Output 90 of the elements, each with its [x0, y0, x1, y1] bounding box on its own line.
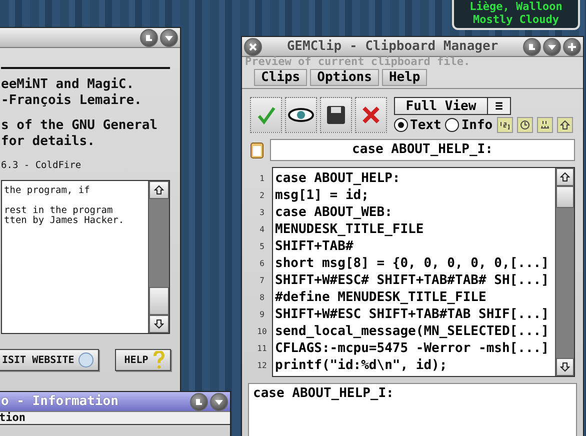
clip-item[interactable]: send_local_message(MN_SELECTED[...] [275, 323, 555, 340]
question-mark-icon [152, 351, 166, 369]
clip-item[interactable]: SHIFT+TAB# [275, 238, 555, 255]
line-number: 4 [258, 224, 266, 236]
line-number: 9 [258, 309, 266, 321]
radio-button[interactable] [445, 118, 460, 132]
line-number: 5 [258, 241, 266, 253]
ruler-icon [540, 120, 550, 130]
weather-text: Liège, Walloon [470, 0, 562, 13]
window-title: GEMClip - Clipboard Manager [286, 39, 498, 54]
line-number: 1 [258, 173, 266, 185]
clip-item[interactable]: short msg[8] = {0, 0, 0, 0, 0,[...] [275, 255, 555, 272]
line-number: 10 [256, 326, 268, 338]
iconify-button[interactable] [140, 28, 158, 46]
shade-button[interactable] [542, 38, 561, 56]
about-text: -François Lemaire. [1, 93, 143, 109]
clip-item[interactable]: CFLAGS:-mcpu=5475 -Werror -msh[...] [275, 340, 555, 357]
line-number: 11 [256, 343, 268, 355]
iconify-button[interactable] [190, 392, 208, 410]
up-arrow-icon [560, 172, 570, 182]
checkmark-icon [256, 105, 276, 125]
clip-item[interactable]: case ABOUT_WEB: [275, 204, 555, 221]
clip-item[interactable]: msg[1] = id; [275, 187, 555, 204]
menu-item[interactable]: Clips [254, 69, 308, 86]
current-clip-field[interactable]: case ABOUT_HELP_I: [270, 139, 575, 161]
corner-icon [526, 42, 537, 52]
cross-icon [361, 105, 381, 125]
up-arrow-icon [560, 120, 570, 130]
license-text: for details. [1, 134, 96, 150]
iconify-button[interactable] [522, 38, 541, 56]
line-number: 7 [258, 275, 266, 287]
scroll-down-button[interactable] [556, 358, 574, 376]
help-button[interactable]: HELP [115, 349, 172, 371]
about-text: eeMiNT and MagiC. [1, 77, 136, 93]
line-number: 6 [258, 258, 266, 270]
weather-text: Mostly Cloudy [472, 13, 560, 26]
radio-option[interactable]: Text [394, 118, 442, 132]
line-number: 3 [258, 207, 266, 219]
numbers-icon [500, 120, 510, 130]
version-text: 6.3 - ColdFire [1, 161, 82, 171]
line-number: 2 [258, 190, 266, 202]
menu-item[interactable]: Help [382, 69, 428, 86]
view-dropdown[interactable]: Full View [394, 97, 488, 115]
window-title: o - Information [1, 394, 118, 409]
scroll-thumb[interactable] [556, 186, 574, 208]
visit-website-button[interactable]: ISIT WEBSITE [0, 349, 100, 371]
radio-button[interactable] [394, 118, 408, 132]
clock-icon [520, 120, 530, 130]
dropdown-menu-button[interactable]: ≡ [488, 97, 511, 115]
scroll-up-button[interactable] [149, 181, 169, 199]
license-text: s of the GNU General [1, 118, 159, 134]
shade-button[interactable] [160, 28, 178, 46]
view-button[interactable] [285, 97, 317, 133]
save-button[interactable] [320, 97, 352, 133]
plus-icon [566, 42, 577, 52]
corner-icon [194, 396, 204, 406]
accept-button[interactable] [250, 97, 282, 133]
line-number: 8 [258, 292, 266, 304]
up-arrow-icon [154, 185, 164, 195]
status-text: Preview of current clipboard file. [244, 57, 472, 67]
up-button[interactable] [556, 117, 573, 133]
down-arrow-icon [560, 362, 570, 372]
close-button[interactable] [244, 38, 262, 56]
scroll-up-button[interactable] [556, 168, 574, 186]
delete-button[interactable] [355, 97, 387, 133]
down-arrow-icon [154, 319, 164, 329]
clip-item[interactable]: printf("id:%d\n", id); [275, 357, 555, 374]
clip-item[interactable]: SHIFT+W#ESC# SHIFT+TAB#TAB# SH[...] [275, 272, 555, 289]
cross-icon [248, 42, 258, 52]
clip-preview: case ABOUT_HELP_I: [248, 383, 577, 436]
clipboard-icon [250, 141, 264, 159]
scroll-thumb[interactable] [149, 287, 169, 315]
numbering-button[interactable] [496, 117, 513, 133]
binary-button[interactable] [536, 117, 553, 133]
scroll-down-button[interactable] [149, 315, 169, 333]
clip-item[interactable]: case ABOUT_HELP: [275, 170, 555, 187]
shade-button[interactable] [210, 392, 228, 410]
menu-item[interactable]: Options [310, 69, 379, 86]
fullscreen-button[interactable] [562, 38, 581, 56]
notes-text: rest in the program [4, 206, 113, 216]
time-button[interactable] [516, 117, 533, 133]
line-number: 12 [256, 360, 268, 372]
notes-text: the program, if [4, 186, 91, 196]
clip-item[interactable]: MENUDESK_TITLE_FILE [275, 221, 555, 238]
corner-icon [144, 32, 154, 42]
clip-item[interactable]: SHIFT+W#ESC SHIFT+TAB#TAB SHIF[...] [275, 306, 555, 323]
eye-icon [288, 107, 314, 123]
notes-text: tten by James Hacker. [4, 216, 126, 226]
clip-item[interactable]: #define MENUDESK_TITLE_FILE [275, 289, 555, 306]
radio-option[interactable]: Info [445, 118, 493, 132]
